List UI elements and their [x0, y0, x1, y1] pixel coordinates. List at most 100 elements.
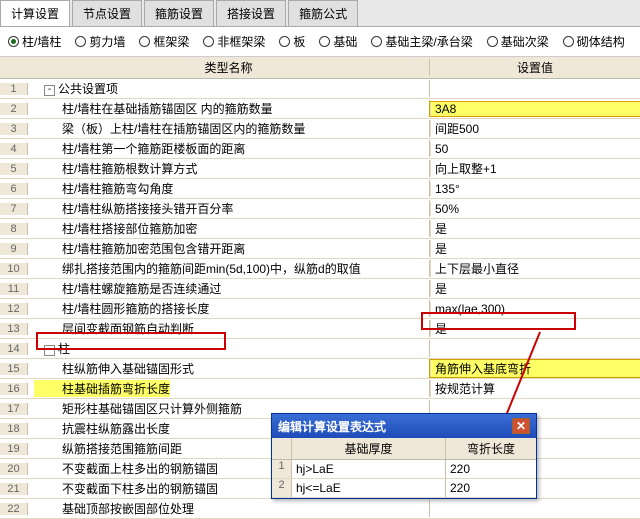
row-number: 21 [0, 483, 28, 495]
tree-toggle-icon[interactable]: - [44, 345, 55, 356]
row-name: 柱/墙柱纵筋搭接接头错开百分率 [28, 200, 430, 217]
row-name: 层间变截面钢筋自动判断 [28, 320, 430, 337]
row-name: 柱基础插筋弯折长度 [28, 380, 430, 397]
table-row[interactable]: 2柱/墙柱在基础插筋锚固区 内的箍筋数量3A8 [0, 99, 640, 119]
row-value[interactable]: 是 [430, 220, 640, 237]
row-value[interactable]: 上下层最小直径 [430, 260, 640, 277]
radio-icon [487, 36, 498, 47]
row-number: 18 [0, 423, 28, 435]
row-number: 8 [0, 223, 28, 235]
row-value[interactable]: 间距500 [430, 120, 640, 137]
row-value[interactable]: 是 [430, 240, 640, 257]
row-value[interactable]: 135° [430, 182, 640, 196]
cell-bend[interactable]: 220 [446, 460, 536, 478]
row-number: 2 [0, 103, 28, 115]
radio-icon [279, 36, 290, 47]
row-name: - 公共设置项 [28, 80, 430, 97]
radio-capbeam[interactable]: 基础主梁/承台梁 [371, 33, 472, 50]
radio-icon [563, 36, 574, 47]
row-name: 基础顶部按嵌固部位处理 [28, 500, 430, 517]
table-row[interactable]: 14- 柱 [0, 339, 640, 359]
top-tabs: 计算设置 节点设置 箍筋设置 搭接设置 箍筋公式 [0, 0, 640, 27]
radio-foundation[interactable]: 基础 [319, 33, 357, 50]
row-value[interactable]: 是 [430, 280, 640, 297]
row-number: 12 [0, 303, 28, 315]
radio-icon [75, 36, 86, 47]
table-row[interactable]: 5柱/墙柱箍筋根数计算方式向上取整+1 [0, 159, 640, 179]
cell-bend[interactable]: 220 [446, 479, 536, 497]
row-number: 11 [0, 283, 28, 295]
header-val: 设置值 [430, 59, 640, 76]
row-value[interactable]: 向上取整+1 [430, 160, 640, 177]
dialog-col-bend: 弯折长度 [446, 438, 536, 459]
row-number: 16 [0, 383, 28, 395]
row-number: 3 [0, 123, 28, 135]
row-value[interactable]: 50% [430, 202, 640, 216]
dialog-titlebar[interactable]: 编辑计算设置表达式 ✕ [272, 414, 536, 438]
radio-framebeam[interactable]: 框架梁 [139, 33, 189, 50]
row-name: 柱/墙柱箍筋根数计算方式 [28, 160, 430, 177]
table-row[interactable]: 15柱纵筋伸入基础锚固形式角筋伸入基底弯折 [0, 359, 640, 379]
row-name: 柱/墙柱箍筋加密范围包含错开距离 [28, 240, 430, 257]
tree-toggle-icon[interactable]: - [44, 85, 55, 96]
edit-expression-dialog: 编辑计算设置表达式 ✕ 基础厚度 弯折长度 1 hj>LaE 220 2 hj<… [271, 413, 537, 499]
row-number: 5 [0, 163, 28, 175]
row-number: 7 [0, 203, 28, 215]
row-number: 13 [0, 323, 28, 335]
dialog-row[interactable]: 1 hj>LaE 220 [272, 460, 536, 479]
table-row[interactable]: 16柱基础插筋弯折长度按规范计算 [0, 379, 640, 399]
row-value[interactable]: max(lae,300) [430, 302, 640, 316]
category-radios: 柱/墙柱 剪力墙 框架梁 非框架梁 板 基础 基础主梁/承台梁 基础次梁 砌体结… [0, 27, 640, 57]
row-value[interactable]: 3A8 [430, 102, 640, 116]
cell-thickness[interactable]: hj>LaE [292, 460, 446, 478]
radio-shearwall[interactable]: 剪力墙 [75, 33, 125, 50]
table-row[interactable]: 9柱/墙柱箍筋加密范围包含错开距离是 [0, 239, 640, 259]
radio-secbeam[interactable]: 基础次梁 [487, 33, 549, 50]
row-number: 19 [0, 443, 28, 455]
grid-header: 类型名称 设置值 [0, 57, 640, 79]
radio-icon [203, 36, 214, 47]
table-row[interactable]: 3梁（板）上柱/墙柱在插筋锚固区内的箍筋数量间距500 [0, 119, 640, 139]
row-value[interactable]: 是 [430, 320, 640, 337]
cell-thickness[interactable]: hj<=LaE [292, 479, 446, 497]
dialog-row[interactable]: 2 hj<=LaE 220 [272, 479, 536, 498]
row-value[interactable]: 角筋伸入基底弯折 [430, 360, 640, 377]
table-row[interactable]: 8柱/墙柱搭接部位箍筋加密是 [0, 219, 640, 239]
header-name: 类型名称 [28, 59, 430, 76]
table-row[interactable]: 4柱/墙柱第一个箍筋距楼板面的距离50 [0, 139, 640, 159]
table-row[interactable]: 13层间变截面钢筋自动判断是 [0, 319, 640, 339]
tab-node[interactable]: 节点设置 [72, 0, 142, 26]
dialog-header-row: 基础厚度 弯折长度 [272, 438, 536, 460]
tab-stirrup[interactable]: 箍筋设置 [144, 0, 214, 26]
close-icon[interactable]: ✕ [512, 418, 530, 434]
radio-nonframebeam[interactable]: 非框架梁 [203, 33, 265, 50]
radio-slab[interactable]: 板 [279, 33, 305, 50]
tab-formula[interactable]: 箍筋公式 [288, 0, 358, 26]
row-value[interactable]: 按规范计算 [430, 380, 640, 397]
row-number: 6 [0, 183, 28, 195]
table-row[interactable]: 6柱/墙柱箍筋弯勾角度135° [0, 179, 640, 199]
table-row[interactable]: 12柱/墙柱圆形箍筋的搭接长度max(lae,300) [0, 299, 640, 319]
table-row[interactable]: 22基础顶部按嵌固部位处理 [0, 499, 640, 519]
row-name: 柱纵筋伸入基础锚固形式 [28, 360, 430, 377]
table-row[interactable]: 7柱/墙柱纵筋搭接接头错开百分率50% [0, 199, 640, 219]
row-name: 柱/墙柱圆形箍筋的搭接长度 [28, 300, 430, 317]
row-number: 20 [0, 463, 28, 475]
radio-icon [8, 36, 19, 47]
row-name: 柱/墙柱搭接部位箍筋加密 [28, 220, 430, 237]
row-number: 1 [0, 83, 28, 95]
table-row[interactable]: 1- 公共设置项 [0, 79, 640, 99]
row-value[interactable]: 50 [430, 142, 640, 156]
radio-column[interactable]: 柱/墙柱 [8, 33, 61, 50]
row-name: 柱/墙柱第一个箍筋距楼板面的距离 [28, 140, 430, 157]
radio-masonry[interactable]: 砌体结构 [563, 33, 625, 50]
table-row[interactable]: 11柱/墙柱螺旋箍筋是否连续通过是 [0, 279, 640, 299]
radio-icon [139, 36, 150, 47]
tab-calc[interactable]: 计算设置 [0, 0, 70, 26]
dialog-title-text: 编辑计算设置表达式 [278, 418, 386, 435]
row-name: 梁（板）上柱/墙柱在插筋锚固区内的箍筋数量 [28, 120, 430, 137]
tab-lap[interactable]: 搭接设置 [216, 0, 286, 26]
row-number: 14 [0, 343, 28, 355]
table-row[interactable]: 10绑扎搭接范围内的箍筋间距min(5d,100)中，纵筋d的取值上下层最小直径 [0, 259, 640, 279]
row-number: 17 [0, 403, 28, 415]
